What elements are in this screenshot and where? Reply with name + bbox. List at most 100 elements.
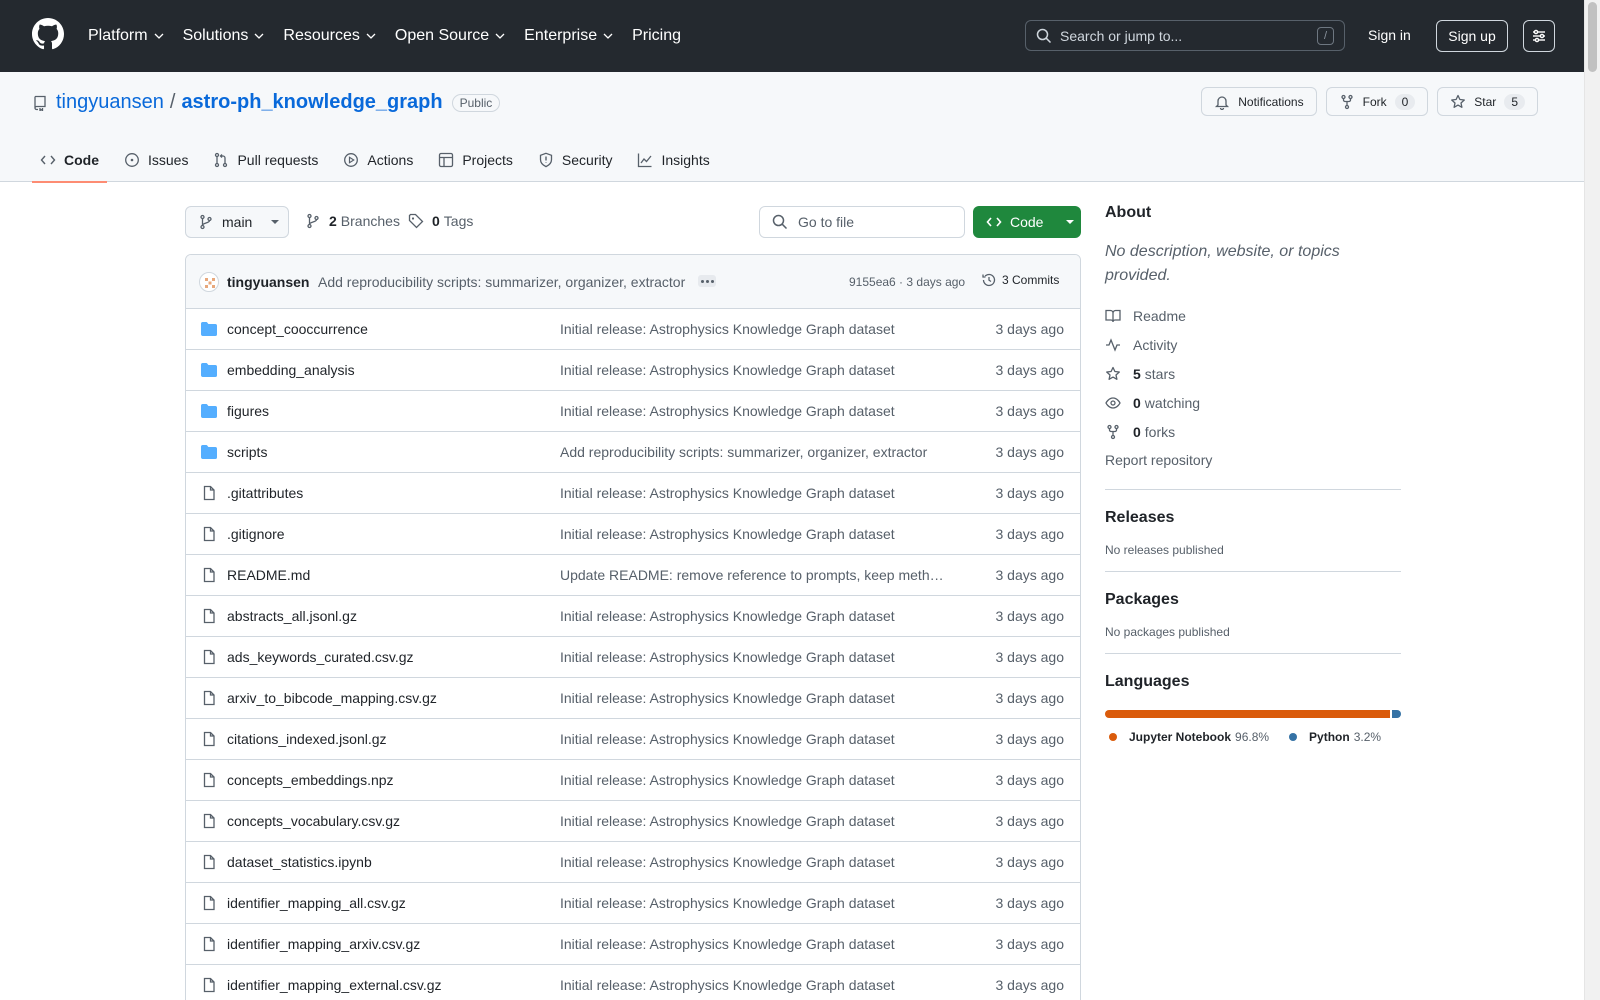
table-row[interactable]: ads_keywords_curated.csv.gz Initial relea… xyxy=(186,637,1080,678)
tab-insights[interactable]: Insights xyxy=(629,138,717,182)
report-repository-link[interactable]: Report repository xyxy=(1105,446,1401,475)
file-commit-message-link[interactable]: Initial release: Astrophysics Knowledge … xyxy=(560,772,945,788)
tab-security[interactable]: Security xyxy=(530,138,621,182)
file-name-link[interactable]: identifier_mapping_external.csv.gz xyxy=(227,977,442,993)
notifications-button[interactable]: Notifications xyxy=(1201,87,1317,116)
file-commit-message-link[interactable]: Initial release: Astrophysics Knowledge … xyxy=(560,526,945,542)
file-commit-date: 3 days ago xyxy=(995,403,1065,419)
file-commit-message-link[interactable]: Initial release: Astrophysics Knowledge … xyxy=(560,854,945,870)
file-name-link[interactable]: embedding_analysis xyxy=(227,362,355,378)
file-name-link[interactable]: concepts_embeddings.npz xyxy=(227,772,394,788)
commit-details-toggle[interactable] xyxy=(698,275,716,287)
branch-select-button[interactable]: main xyxy=(185,206,289,238)
file-name-link[interactable]: README.md xyxy=(227,567,310,583)
file-commit-message-link[interactable]: Initial release: Astrophysics Knowledge … xyxy=(560,608,945,624)
file-name-link[interactable]: dataset_statistics.ipynb xyxy=(227,854,372,870)
avatar[interactable] xyxy=(199,272,219,292)
file-name-link[interactable]: .gitignore xyxy=(227,526,285,542)
table-row[interactable]: concepts_embeddings.npz Initial release: … xyxy=(186,760,1080,801)
file-name-link[interactable]: figures xyxy=(227,403,269,419)
table-row[interactable]: dataset_statistics.ipynb Initial release:… xyxy=(186,842,1080,883)
language-legend-item[interactable]: Python 3.2% xyxy=(1285,730,1381,744)
global-search-input[interactable]: Search or jump to... / xyxy=(1025,20,1345,51)
tab-code[interactable]: Code xyxy=(32,138,107,183)
table-row[interactable]: identifier_mapping_arxiv.csv.gz Initial r… xyxy=(186,924,1080,965)
file-name-link[interactable]: abstracts_all.jsonl.gz xyxy=(227,608,357,624)
repo-name-link[interactable]: astro-ph_knowledge_graph xyxy=(181,91,442,114)
file-commit-message-link[interactable]: Initial release: Astrophysics Knowledge … xyxy=(560,895,945,911)
file-commit-message-link[interactable]: Initial release: Astrophysics Knowledge … xyxy=(560,649,945,665)
nav-item-solutions[interactable]: Solutions xyxy=(183,27,265,45)
nav-item-open-source[interactable]: Open Source xyxy=(395,27,505,45)
file-commit-message-link[interactable]: Initial release: Astrophysics Knowledge … xyxy=(560,362,945,378)
settings-menu-button[interactable] xyxy=(1523,20,1555,52)
table-row[interactable]: .gitattributes Initial release: Astrophys… xyxy=(186,473,1080,514)
file-name-link[interactable]: concept_cooccurrence xyxy=(227,321,368,337)
forks-link[interactable]: 0 forks xyxy=(1105,417,1401,446)
table-row[interactable]: abstracts_all.jsonl.gz Initial release: A… xyxy=(186,596,1080,637)
commits-history-link[interactable]: 3 Commits xyxy=(981,272,1059,288)
commit-message-link[interactable]: Add reproducibility scripts: summarizer,… xyxy=(318,274,685,290)
branches-link[interactable]: 2 Branches xyxy=(305,213,400,229)
nav-item-enterprise[interactable]: Enterprise xyxy=(524,27,613,45)
file-commit-message-link[interactable]: Initial release: Astrophysics Knowledge … xyxy=(560,403,945,419)
file-name-link[interactable]: .gitattributes xyxy=(227,485,303,501)
file-commit-message-link[interactable]: Initial release: Astrophysics Knowledge … xyxy=(560,936,945,952)
file-commit-message-link[interactable]: Initial release: Astrophysics Knowledge … xyxy=(560,321,945,337)
nav-item-resources[interactable]: Resources xyxy=(283,27,376,45)
tags-link[interactable]: 0 Tags xyxy=(408,213,473,229)
file-name-link[interactable]: ads_keywords_curated.csv.gz xyxy=(227,649,414,665)
file-commit-message-link[interactable]: Initial release: Astrophysics Knowledge … xyxy=(560,485,945,501)
tab-actions[interactable]: Actions xyxy=(335,138,421,182)
readme-link[interactable]: Readme xyxy=(1105,301,1401,330)
file-commit-message-link[interactable]: Add reproducibility scripts: summarizer,… xyxy=(560,444,945,460)
nav-item-pricing[interactable]: Pricing xyxy=(632,27,681,45)
file-icon xyxy=(201,895,217,911)
file-name-link[interactable]: identifier_mapping_arxiv.csv.gz xyxy=(227,936,420,952)
file-name-link[interactable]: identifier_mapping_all.csv.gz xyxy=(227,895,406,911)
file-name-link[interactable]: concepts_vocabulary.csv.gz xyxy=(227,813,400,829)
table-row[interactable]: citations_indexed.jsonl.gz Initial releas… xyxy=(186,719,1080,760)
code-dropdown-button[interactable]: Code xyxy=(973,206,1081,238)
table-row[interactable]: figures Initial release: Astrophysics Kno… xyxy=(186,391,1080,432)
sign-in-link[interactable]: Sign in xyxy=(1368,27,1411,43)
packages-heading[interactable]: Packages xyxy=(1105,591,1401,609)
commit-author-link[interactable]: tingyuansen xyxy=(227,274,309,290)
table-row[interactable]: .gitignore Initial release: Astrophysics … xyxy=(186,514,1080,555)
page-scrollbar[interactable] xyxy=(1584,0,1600,1000)
table-row[interactable]: identifier_mapping_all.csv.gz Initial rel… xyxy=(186,883,1080,924)
file-name-link[interactable]: scripts xyxy=(227,444,267,460)
table-row[interactable]: concepts_vocabulary.csv.gz Initial releas… xyxy=(186,801,1080,842)
github-logo-icon[interactable] xyxy=(32,18,64,50)
table-row[interactable]: embedding_analysis Initial release: Astro… xyxy=(186,350,1080,391)
file-commit-message-link[interactable]: Initial release: Astrophysics Knowledge … xyxy=(560,977,945,993)
file-commit-message-link[interactable]: Initial release: Astrophysics Knowledge … xyxy=(560,731,945,747)
table-row[interactable]: concept_cooccurrence Initial release: Ast… xyxy=(186,309,1080,350)
tab-projects[interactable]: Projects xyxy=(430,138,521,182)
language-legend-item[interactable]: Jupyter Notebook 96.8% xyxy=(1105,730,1269,744)
commit-hash-time[interactable]: 9155ea6 · 3 days ago xyxy=(849,275,965,289)
file-commit-message-link[interactable]: Update README: remove reference to promp… xyxy=(560,567,945,583)
scrollbar-thumb[interactable] xyxy=(1588,2,1597,72)
repo-owner-link[interactable]: tingyuansen xyxy=(56,91,164,114)
star-button[interactable]: Star 5 xyxy=(1437,87,1538,116)
table-row[interactable]: identifier_mapping_external.csv.gz Initia… xyxy=(186,965,1080,1000)
tab-issues[interactable]: Issues xyxy=(116,138,196,182)
activity-link[interactable]: Activity xyxy=(1105,330,1401,359)
tab-pull-requests[interactable]: Pull requests xyxy=(205,138,326,182)
nav-item-platform[interactable]: Platform xyxy=(88,27,164,45)
sign-up-button[interactable]: Sign up xyxy=(1436,20,1508,52)
file-name-link[interactable]: arxiv_to_bibcode_mapping.csv.gz xyxy=(227,690,437,706)
table-row[interactable]: arxiv_to_bibcode_mapping.csv.gz Initial r… xyxy=(186,678,1080,719)
watching-link[interactable]: 0 watching xyxy=(1105,388,1401,417)
file-commit-message-link[interactable]: Initial release: Astrophysics Knowledge … xyxy=(560,690,945,706)
stars-link[interactable]: 5 stars xyxy=(1105,359,1401,388)
table-row[interactable]: scripts Add reproducibility scripts: summ… xyxy=(186,432,1080,473)
releases-heading[interactable]: Releases xyxy=(1105,509,1401,527)
fork-button[interactable]: Fork 0 xyxy=(1325,87,1429,116)
go-to-file-input[interactable]: Go to file xyxy=(759,206,965,238)
file-commit-date: 3 days ago xyxy=(995,690,1065,706)
file-commit-message-link[interactable]: Initial release: Astrophysics Knowledge … xyxy=(560,813,945,829)
table-row[interactable]: README.md Update README: remove reference… xyxy=(186,555,1080,596)
file-name-link[interactable]: citations_indexed.jsonl.gz xyxy=(227,731,387,747)
